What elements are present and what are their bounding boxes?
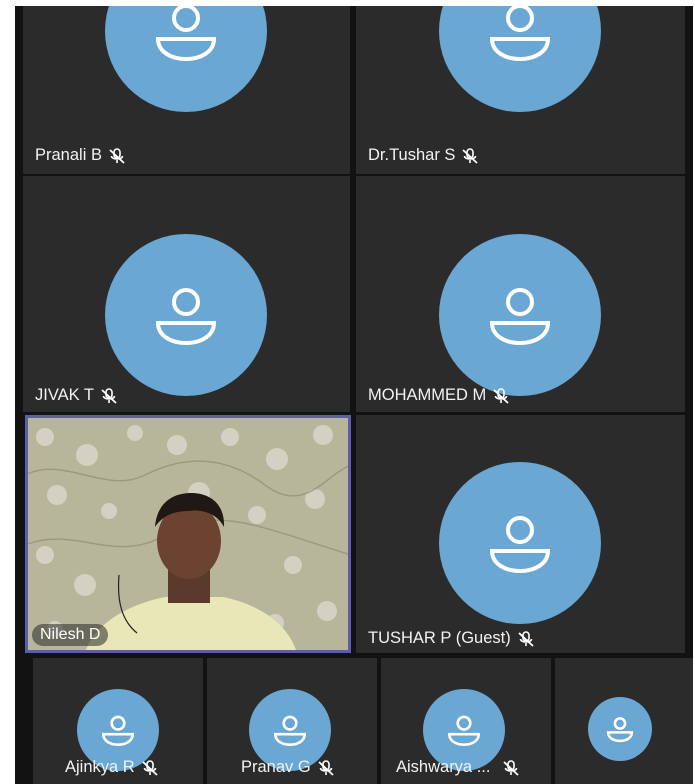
participant-tile[interactable]: MOHAMMED M <box>356 176 685 412</box>
participant-tile[interactable]: Pranali B <box>23 6 350 174</box>
participant-name: Nilesh D <box>32 624 109 646</box>
participant-name: Aishwarya ... <box>396 758 491 776</box>
participant-name: JIVAK T <box>35 386 94 404</box>
participant-name: TUSHAR P (Guest) <box>368 629 511 647</box>
meeting-grid: Pranali B Dr.Tushar S JIVAK T MOHAMMED M <box>15 6 693 784</box>
participant-name: Pranav G <box>241 758 311 776</box>
mic-off-icon <box>502 759 520 777</box>
mic-off-icon <box>492 387 510 405</box>
person-icon <box>439 462 601 624</box>
mic-off-icon <box>100 387 118 405</box>
person-icon <box>105 234 267 396</box>
video-tile[interactable]: Nilesh D <box>25 415 351 653</box>
person-icon <box>588 697 652 761</box>
mic-off-icon <box>317 759 335 777</box>
participant-name: Ajinkya R <box>65 758 135 776</box>
participant-tile[interactable]: Dr.Tushar S <box>356 6 685 174</box>
mic-off-icon <box>461 147 479 165</box>
camera-feed-image <box>28 418 348 650</box>
participant-tile[interactable]: Aishwarya ... <box>381 658 551 784</box>
participant-name: MOHAMMED M <box>368 386 487 404</box>
participant-name: Pranali B <box>35 146 102 164</box>
participant-name: Dr.Tushar S <box>368 146 456 164</box>
person-icon <box>439 234 601 396</box>
mic-off-icon <box>517 630 535 648</box>
participant-tile[interactable]: Ajinkya R <box>33 658 203 784</box>
participant-tile[interactable]: JIVAK T <box>23 176 350 412</box>
person-icon <box>439 6 601 112</box>
participant-tile[interactable]: Pranav G <box>207 658 377 784</box>
person-icon <box>105 6 267 112</box>
participant-tile[interactable] <box>555 658 693 784</box>
mic-off-icon <box>141 759 159 777</box>
participant-tile[interactable]: TUSHAR P (Guest) <box>356 415 685 653</box>
mic-off-icon <box>108 147 126 165</box>
